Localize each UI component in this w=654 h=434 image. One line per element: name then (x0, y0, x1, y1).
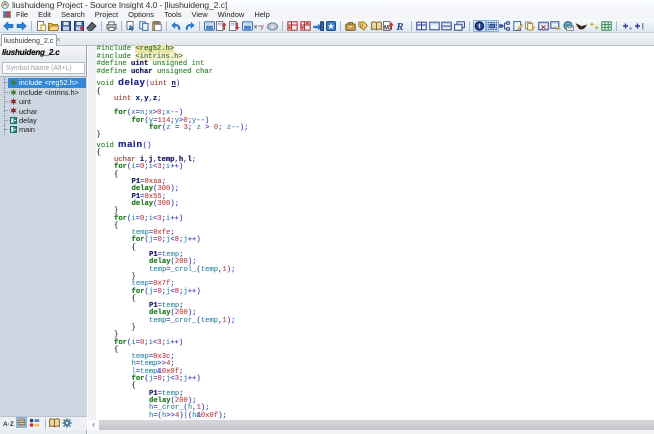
svg-text:0: 0 (361, 23, 364, 29)
svg-text:x: x (254, 23, 258, 30)
svg-text:M: M (384, 25, 389, 31)
svg-text:A·Z: A·Z (3, 421, 14, 428)
svg-text:R: R (396, 22, 404, 31)
svg-text:y: y (261, 23, 265, 30)
